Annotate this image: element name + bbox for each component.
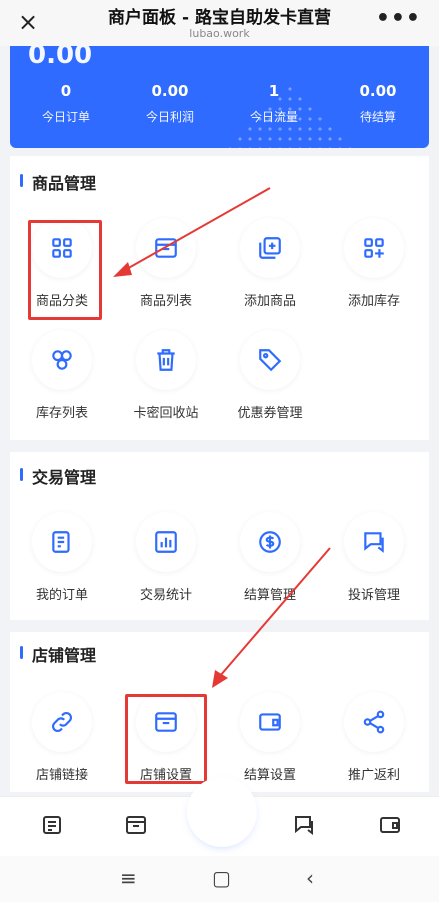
page-url: lubao.work: [189, 27, 250, 40]
order-icon: [52, 531, 70, 553]
stat-today-traffic: 1 今日流量: [249, 82, 298, 124]
menu-coupon-manage[interactable]: 优惠券管理: [218, 330, 322, 421]
home-square-icon[interactable]: ▢: [212, 866, 231, 890]
highlight-box-shop-settings: [125, 694, 207, 784]
menu-stock-list[interactable]: 库存列表: [10, 330, 114, 421]
system-nav-bar: ≡ ▢ ‹: [0, 856, 439, 902]
tab-wallet[interactable]: [370, 813, 410, 843]
order-icon: [43, 816, 61, 834]
bar-chart-icon: [155, 531, 177, 553]
stat-today-profit: 0.00 今日利润: [145, 82, 194, 124]
tab-goods[interactable]: [116, 813, 156, 843]
cubes-icon: [52, 350, 72, 370]
trash-icon: [157, 349, 175, 371]
menu-add-goods[interactable]: 添加商品: [218, 218, 322, 309]
box-icon: [155, 238, 177, 258]
tab-orders[interactable]: [32, 813, 72, 843]
wallet-icon: [259, 713, 281, 731]
share-icon: [363, 710, 385, 734]
menu-settlement-settings[interactable]: 结算设置: [218, 692, 322, 783]
menu-card-recycle[interactable]: 卡密回收站: [114, 330, 218, 421]
highlight-box-goods-category: [28, 220, 102, 320]
tab-messages[interactable]: [284, 813, 324, 843]
home-button[interactable]: [187, 777, 257, 847]
menu-add-stock[interactable]: 添加库存: [322, 218, 426, 309]
section-shop: 店铺管理 店铺链接 店铺设置 结算设置 推广返利: [10, 632, 429, 792]
page-title: 商户面板 - 路宝自助发卡直营: [108, 8, 331, 28]
menu-promotion-rebate[interactable]: 推广返利: [322, 692, 426, 783]
section-title: 交易管理: [19, 464, 96, 488]
dollar-icon: [259, 531, 281, 553]
menu-my-orders[interactable]: 我的订单: [10, 512, 114, 603]
back-icon[interactable]: ‹: [306, 866, 314, 890]
stats-card: 0.00 0 今日订单 0.00 今日利润 1 今日流量 0.00 待结算: [10, 30, 429, 148]
chat-icon: [295, 816, 313, 835]
section-title: 店铺管理: [19, 642, 96, 666]
wallet-icon: [380, 817, 400, 833]
box-icon: [126, 816, 146, 834]
menu-goods-list[interactable]: 商品列表: [114, 218, 218, 309]
menu-settlement-manage[interactable]: 结算管理: [218, 512, 322, 603]
tag-icon: [259, 349, 282, 372]
top-nav-bar: × 商户面板 - 路宝自助发卡直营 lubao.work •••: [0, 0, 439, 46]
section-title: 商品管理: [19, 170, 96, 194]
add-copy-icon: [259, 237, 281, 259]
stat-today-orders: 0 今日订单: [41, 82, 90, 124]
menu-shop-link[interactable]: 店铺链接: [10, 692, 114, 783]
chat-icon: [364, 532, 384, 553]
more-button[interactable]: •••: [376, 6, 421, 31]
grid-plus-icon: [364, 238, 384, 258]
menu-complaint-manage[interactable]: 投诉管理: [322, 512, 426, 603]
link-icon: [52, 712, 72, 732]
menu-icon[interactable]: ≡: [120, 866, 137, 890]
menu-trade-stats[interactable]: 交易统计: [114, 512, 218, 603]
stat-pending-settlement: 0.00 待结算: [359, 82, 397, 124]
section-trade: 交易管理 我的订单 交易统计 结算管理 投诉管理: [10, 452, 429, 620]
home-icon: [211, 800, 233, 823]
